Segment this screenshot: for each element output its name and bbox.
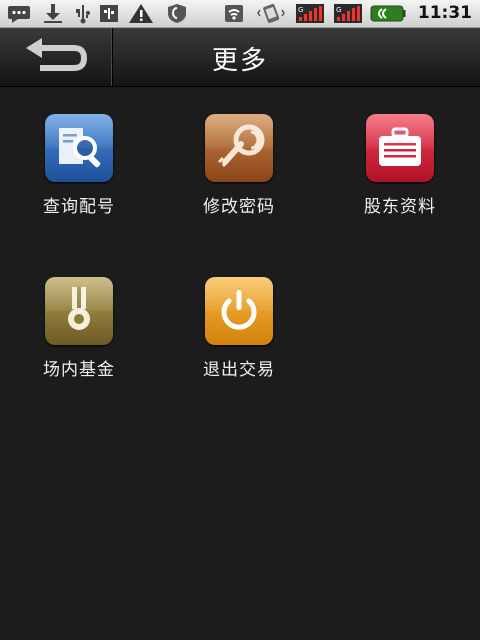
- signal-icon: G: [334, 4, 362, 23]
- vibrate-icon: [257, 3, 285, 23]
- menu-item-icon-tile: [205, 114, 273, 182]
- battery-icon: [370, 5, 406, 22]
- menu-item-icon-tile: [205, 277, 273, 345]
- shield-icon: [168, 4, 186, 23]
- menu-item-query-allotment[interactable]: 查询配号: [24, 114, 134, 217]
- menu-item-shareholder-info[interactable]: 股东资料: [345, 114, 455, 217]
- menu-item-label: 修改密码: [203, 197, 275, 217]
- download-icon: [44, 4, 62, 23]
- search-document-icon: [59, 128, 101, 168]
- menu-item-label: 退出交易: [203, 360, 275, 380]
- chat-icon: [8, 6, 30, 23]
- menu-item-icon-tile: [45, 277, 113, 345]
- warning-icon: [129, 4, 153, 23]
- usb-box-icon: [100, 5, 118, 22]
- menu-item-label: 场内基金: [43, 360, 115, 380]
- power-icon: [221, 290, 257, 330]
- medal-icon: [68, 287, 90, 330]
- svg-text:G: G: [298, 6, 303, 14]
- menu-item-icon-tile: [366, 114, 434, 182]
- menu-item-change-password[interactable]: 修改密码: [184, 114, 294, 217]
- wifi-icon: [225, 5, 243, 22]
- svg-text:G: G: [336, 6, 341, 14]
- briefcase-icon: [379, 127, 421, 166]
- status-bar: G G 11:31: [0, 0, 480, 28]
- menu-item-label: 查询配号: [43, 197, 115, 217]
- page-title: 更多: [211, 46, 268, 76]
- key-icon: [217, 124, 265, 168]
- menu-item-label: 股东资料: [364, 197, 436, 217]
- clock: 11:31: [417, 3, 472, 23]
- menu-item-exchange-fund[interactable]: 场内基金: [24, 277, 134, 380]
- menu-item-icon-tile: [45, 114, 113, 182]
- title-bar: 更多: [0, 28, 480, 87]
- usb-icon: [76, 5, 90, 24]
- signal-icon: G: [296, 4, 324, 23]
- menu-item-exit-trading[interactable]: 退出交易: [184, 277, 294, 380]
